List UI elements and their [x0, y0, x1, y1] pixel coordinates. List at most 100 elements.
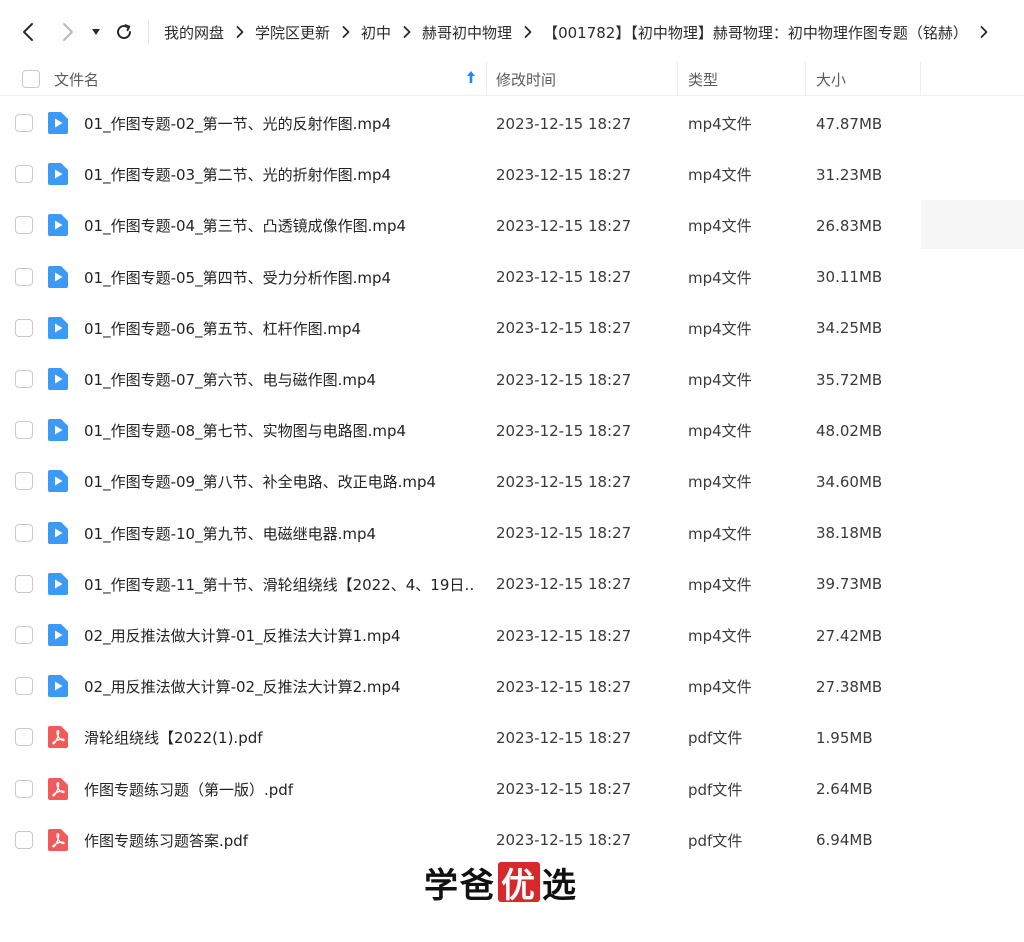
row-checkbox[interactable]: [15, 370, 33, 388]
row-checkbox[interactable]: [15, 318, 33, 337]
file-modified-time: 2023-12-15 18:27: [496, 421, 632, 440]
column-header-type-label: 类型: [688, 70, 719, 89]
file-name[interactable]: 02_用反推法做大计算-02_反推法大计算2.mp4: [84, 661, 476, 712]
file-size: 39.73MB: [816, 575, 883, 594]
select-all-checkbox[interactable]: [22, 70, 40, 88]
file-size: 30.11MB: [816, 268, 883, 287]
file-size: 34.25MB: [816, 319, 883, 338]
row-checkbox[interactable]: [15, 523, 33, 542]
file-row[interactable]: 01_作图专题-09_第八节、补全电路、改正电路.mp4 2023-12-15 1…: [0, 456, 1024, 507]
file-size: 2.64MB: [816, 780, 873, 799]
file-row[interactable]: 01_作图专题-06_第五节、杠杆作图.mp4 2023-12-15 18:27 m…: [0, 303, 1024, 354]
breadcrumb-item-current[interactable]: 【001782】【初中物理】赫哥物理：初中物理作图专题（铭赫）: [543, 22, 968, 43]
video-file-icon: [48, 419, 68, 442]
file-row[interactable]: 01_作图专题-05_第四节、受力分析作图.mp4 2023-12-15 18:2…: [0, 252, 1024, 303]
row-checkbox[interactable]: [15, 421, 33, 440]
file-name[interactable]: 01_作图专题-09_第八节、补全电路、改正电路.mp4: [84, 456, 476, 507]
video-file-icon: [48, 572, 68, 595]
column-header-name[interactable]: 文件名: [54, 62, 484, 96]
file-type: mp4文件: [688, 115, 752, 133]
toolbar: 我的网盘 学院区更新 初中 赫哥初中物理 【001782】【初中物理】赫哥物理：…: [0, 0, 1024, 62]
file-row[interactable]: 01_作图专题-07_第六节、电与磁作图.mp4 2023-12-15 18:27…: [0, 354, 1024, 405]
row-checkbox[interactable]: [15, 267, 33, 286]
chevron-right-icon: [342, 26, 350, 38]
file-row[interactable]: 01_作图专题-08_第七节、实物图与电路图.mp4 2023-12-15 18:…: [0, 405, 1024, 456]
video-file-icon: [48, 214, 68, 237]
row-checkbox[interactable]: [15, 472, 33, 491]
pdf-file-icon: [48, 726, 68, 749]
file-size: 48.02MB: [816, 421, 883, 440]
file-name[interactable]: 01_作图专题-06_第五节、杠杆作图.mp4: [84, 303, 476, 354]
row-checkbox[interactable]: [15, 677, 33, 696]
video-file-icon: [48, 368, 68, 390]
video-file-icon: [48, 624, 68, 646]
refresh-button[interactable]: [112, 18, 136, 46]
column-header-modified[interactable]: 修改时间: [496, 62, 556, 96]
history-dropdown-button[interactable]: [86, 18, 106, 46]
file-name[interactable]: 滑轮组绕线【2022(1).pdf: [84, 712, 476, 763]
file-list-header: 文件名 修改时间 类型 大小: [0, 62, 1024, 96]
column-header-type[interactable]: 类型: [688, 62, 718, 96]
file-type: mp4文件: [688, 575, 752, 594]
file-name[interactable]: 01_作图专题-07_第六节、电与磁作图.mp4: [84, 354, 476, 405]
file-name[interactable]: 01_作图专题-10_第九节、电磁继电器.mp4: [84, 508, 476, 559]
file-modified-time: 2023-12-15 18:27: [496, 216, 632, 235]
file-name[interactable]: 01_作图专题-04_第三节、凸透镜成像作图.mp4: [84, 200, 476, 251]
file-size: 1.95MB: [816, 728, 873, 747]
breadcrumb-item[interactable]: 我的网盘: [164, 22, 224, 43]
file-name[interactable]: 作图专题练习题答案.pdf: [84, 815, 476, 866]
file-row[interactable]: 滑轮组绕线【2022(1).pdf 2023-12-15 18:27 pdf文件 1.…: [0, 712, 1024, 763]
file-type: mp4文件: [688, 166, 752, 185]
file-type: mp4文件: [688, 678, 752, 697]
file-name[interactable]: 01_作图专题-05_第四节、受力分析作图.mp4: [84, 252, 476, 303]
file-size: 47.87MB: [816, 114, 883, 133]
file-size: 27.38MB: [816, 677, 883, 696]
file-row[interactable]: 01_作图专题-11_第十节、滑轮组绕线【2022、4、19日… 2023-12-…: [0, 559, 1024, 610]
file-type: pdf文件: [688, 780, 743, 799]
column-header-size[interactable]: 大小: [816, 62, 846, 96]
row-checkbox[interactable]: [15, 626, 33, 644]
row-checkbox[interactable]: [15, 114, 33, 132]
file-name[interactable]: 01_作图专题-08_第七节、实物图与电路图.mp4: [84, 405, 476, 456]
file-type: mp4文件: [688, 371, 752, 389]
row-checkbox[interactable]: [15, 216, 33, 235]
row-checkbox[interactable]: [15, 779, 33, 798]
breadcrumb-item[interactable]: 初中: [361, 22, 391, 43]
video-file-icon: [48, 265, 68, 288]
file-modified-time: 2023-12-15 18:27: [496, 524, 632, 543]
file-row[interactable]: 作图专题练习题（第一版）.pdf 2023-12-15 18:27 pdf文件 2.6…: [0, 764, 1024, 815]
file-row[interactable]: 01_作图专题-10_第九节、电磁继电器.mp4 2023-12-15 18:27…: [0, 508, 1024, 559]
breadcrumb-item[interactable]: 学院区更新: [255, 22, 330, 43]
chevron-right-icon: [403, 26, 411, 38]
toolbar-divider: [148, 20, 149, 44]
forward-button[interactable]: [56, 18, 80, 46]
video-file-icon: [48, 112, 68, 134]
row-checkbox[interactable]: [15, 830, 33, 849]
breadcrumb-item[interactable]: 赫哥初中物理: [422, 22, 512, 43]
file-size: 31.23MB: [816, 165, 883, 184]
file-row[interactable]: 01_作图专题-04_第三节、凸透镜成像作图.mp4 2023-12-15 18:…: [0, 200, 1024, 251]
file-row[interactable]: 02_用反推法做大计算-01_反推法大计算1.mp4 2023-12-15 18:…: [0, 610, 1024, 661]
file-name[interactable]: 作图专题练习题（第一版）.pdf: [84, 764, 476, 815]
file-modified-time: 2023-12-15 18:27: [496, 626, 632, 645]
pdf-file-icon: [48, 828, 68, 851]
file-modified-time: 2023-12-15 18:27: [496, 268, 632, 287]
file-row[interactable]: 01_作图专题-02_第一节、光的反射作图.mp4 2023-12-15 18:2…: [0, 98, 1024, 149]
file-type: pdf文件: [688, 831, 743, 850]
video-file-icon: [48, 470, 68, 493]
row-checkbox[interactable]: [15, 728, 33, 747]
watermark-text: 学爸: [424, 865, 496, 906]
file-row[interactable]: 02_用反推法做大计算-02_反推法大计算2.mp4 2023-12-15 18:…: [0, 661, 1024, 712]
file-name[interactable]: 01_作图专题-02_第一节、光的反射作图.mp4: [84, 98, 476, 149]
file-name[interactable]: 01_作图专题-03_第二节、光的折射作图.mp4: [84, 149, 476, 200]
file-size: 6.94MB: [816, 831, 873, 850]
back-button[interactable]: [16, 18, 40, 46]
row-checkbox[interactable]: [15, 574, 33, 593]
column-divider: [920, 62, 921, 96]
video-file-icon: [48, 316, 68, 339]
file-row[interactable]: 01_作图专题-03_第二节、光的折射作图.mp4 2023-12-15 18:2…: [0, 149, 1024, 200]
row-checkbox[interactable]: [15, 165, 33, 184]
file-name[interactable]: 01_作图专题-11_第十节、滑轮组绕线【2022、4、19日…: [84, 559, 476, 610]
column-divider: [486, 62, 487, 96]
file-name[interactable]: 02_用反推法做大计算-01_反推法大计算1.mp4: [84, 610, 476, 661]
